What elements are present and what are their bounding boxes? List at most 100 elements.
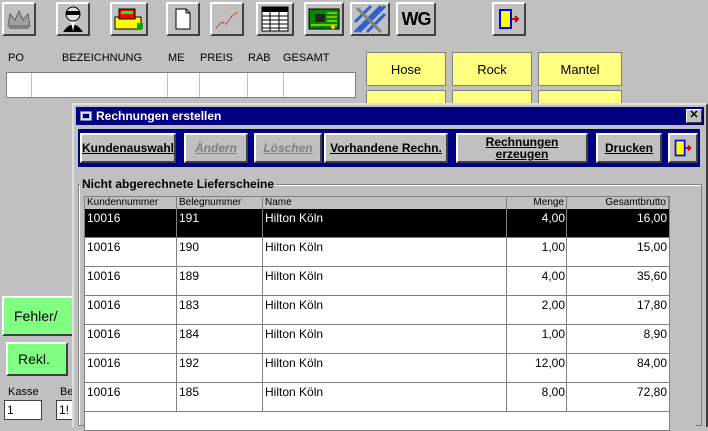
column-divider [506,296,507,325]
column-divider [176,325,177,354]
column-divider [262,383,263,412]
cell-menge: 1,00 [541,240,565,254]
table-row[interactable]: 10016 183 Hilton Köln 2,00 17,80 [85,296,669,325]
column-divider [506,325,507,354]
table-row[interactable]: 10016 185 Hilton Köln 8,00 72,80 [85,383,669,412]
col-gesamtbrutto[interactable]: Gesamtbrutto [567,197,669,209]
cell-kundennummer: 10016 [87,385,121,399]
cell-name: Hilton Köln [265,385,324,399]
table-row[interactable]: 10016 189 Hilton Köln 4,00 35,60 [85,267,669,296]
col-name[interactable]: Name [263,197,507,209]
cell-gesamtbrutto: 72,80 [636,385,667,399]
rechnungen-dialog: Rechnungen erstellen ✕ Kundenauswahl Änd… [72,103,708,431]
column-divider [176,209,177,238]
table-row[interactable]: 10016 190 Hilton Köln 1,00 15,00 [85,238,669,267]
wg-label: WG [401,8,432,29]
rekl-button[interactable]: Rekl. [6,342,68,376]
dialog-titlebar[interactable]: Rechnungen erstellen ✕ [76,107,704,125]
wg-button[interactable]: WG [396,2,436,36]
cell-name: Hilton Köln [265,240,324,254]
cell-menge: 4,00 [541,269,565,283]
column-divider [262,209,263,238]
main-toolbar: WG [0,0,708,42]
cell-name: Hilton Köln [265,298,324,312]
table-row[interactable]: 10016 192 Hilton Köln 12,00 84,00 [85,354,669,383]
cell-belegnummer: 185 [179,385,200,399]
cell-name: Hilton Köln [265,327,324,341]
column-divider [566,238,567,267]
kasse-input[interactable]: 1 [4,400,42,420]
erzeugen-line-2: erzeugen [495,147,549,161]
cell-gesamtbrutto: 84,00 [636,356,667,370]
order-cell [167,73,200,97]
fehler-label: Fehler/ [14,308,58,324]
column-divider [506,383,507,412]
order-table-row[interactable] [6,72,356,98]
rekl-label: Rekl. [18,351,50,367]
order-col-gesamt: GESAMT [283,52,330,64]
vorhandene-rechnungen-button[interactable]: Vorhandene Rechn. [324,133,448,163]
cell-gesamtbrutto: 15,00 [636,240,667,254]
cell-name: Hilton Köln [265,269,324,283]
cell-kundennummer: 10016 [87,211,121,225]
cash-register-icon[interactable] [110,2,148,36]
table-row[interactable]: 10016 191 Hilton Köln 4,00 16,00 [85,209,669,238]
column-divider [506,267,507,296]
cell-kundennummer: 10016 [87,327,121,341]
cell-menge: 2,00 [541,298,565,312]
spreadsheet-icon[interactable] [256,2,294,36]
product-button-hose[interactable]: Hose [366,52,446,86]
column-divider [506,238,507,267]
cell-belegnummer: 183 [179,298,200,312]
agent-icon[interactable] [56,2,90,36]
column-divider [506,354,507,383]
circuit-icon[interactable] [304,2,344,36]
cell-belegnummer: 192 [179,356,200,370]
column-divider [506,209,507,238]
column-divider [566,267,567,296]
drucken-button[interactable]: Drucken [596,133,662,163]
column-divider [566,209,567,238]
column-divider [566,325,567,354]
product-button-mantel[interactable]: Mantel [538,52,622,86]
kundenauswahl-button[interactable]: Kundenauswahl [80,133,176,163]
cell-menge: 12,00 [534,356,565,370]
column-divider [262,296,263,325]
dialog-button-bar: Kundenauswahl Ändern Löschen Vorhandene … [78,129,700,167]
close-icon[interactable]: ✕ [686,109,702,123]
group-label: Nicht abgerechnete Lieferscheine [80,177,277,191]
layout-icon[interactable] [350,2,390,36]
cell-gesamtbrutto: 16,00 [636,211,667,225]
rechnungen-erzeugen-button[interactable]: Rechnungen erzeugen [456,133,588,163]
crown-icon[interactable] [2,2,36,36]
kasse-label: Kasse [8,386,39,398]
cell-kundennummer: 10016 [87,356,121,370]
column-divider [176,383,177,412]
cell-belegnummer: 191 [179,211,200,225]
order-col-preis: PREIS [200,52,234,64]
document-icon[interactable] [166,2,200,36]
column-divider [566,383,567,412]
col-kundennummer[interactable]: Kundennummer [85,197,177,209]
aendern-button[interactable]: Ändern [184,133,248,163]
table-side-area [670,196,696,429]
exit-door-icon[interactable] [492,2,526,36]
column-divider [566,354,567,383]
order-col-rab: RAB [248,52,271,64]
column-divider [262,267,263,296]
loeschen-button[interactable]: Löschen [254,133,322,163]
cell-kundennummer: 10016 [87,298,121,312]
col-menge[interactable]: Menge [507,197,567,209]
exit-door-icon[interactable] [668,133,698,163]
cell-menge: 4,00 [541,211,565,225]
table-row[interactable]: 10016 184 Hilton Köln 1,00 8,90 [85,325,669,354]
product-button-rock[interactable]: Rock [452,52,532,86]
cell-name: Hilton Köln [265,211,324,225]
cell-name: Hilton Köln [265,356,324,370]
cell-belegnummer: 190 [179,240,200,254]
col-belegnummer[interactable]: Belegnummer [177,197,263,209]
order-cell [247,73,284,97]
column-divider [262,325,263,354]
chart-icon[interactable] [210,2,244,36]
order-col-me: ME [168,52,185,64]
